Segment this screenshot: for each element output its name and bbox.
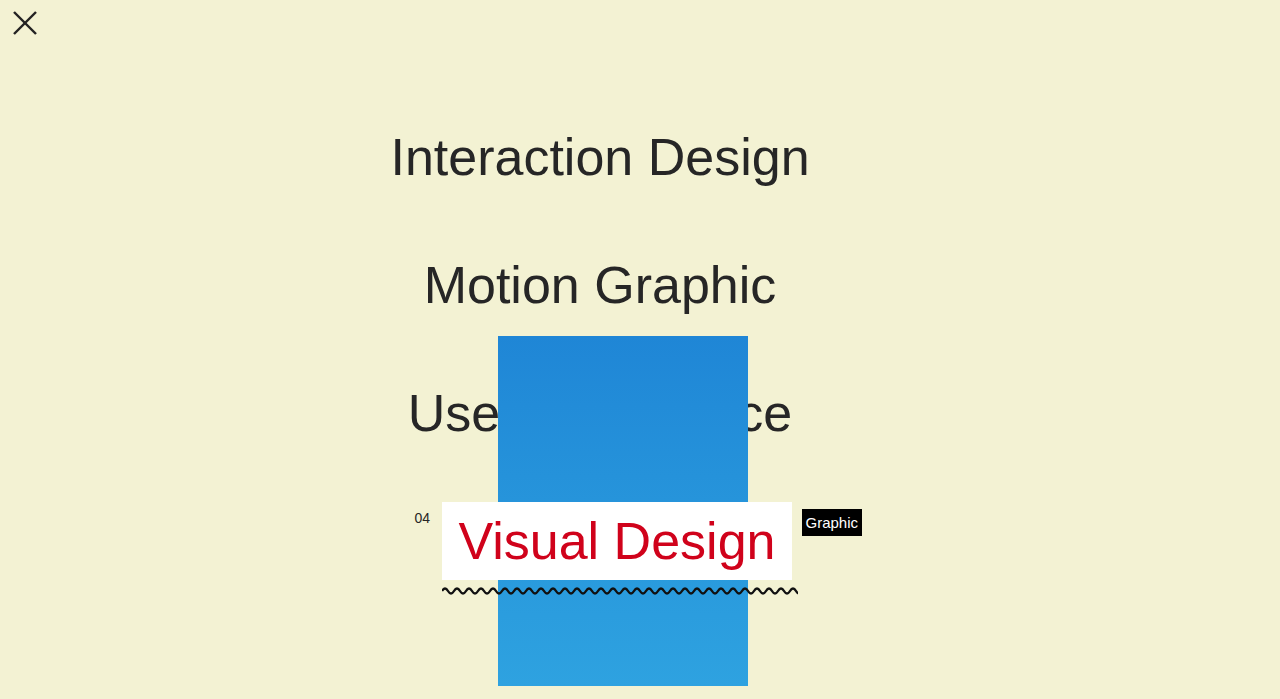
menu-label: Interaction Design bbox=[390, 126, 809, 188]
close-button[interactable] bbox=[11, 9, 39, 37]
menu-overlay: Interaction DesignMotion GraphicUser Exp… bbox=[0, 0, 1280, 699]
item-tag: Graphic bbox=[802, 509, 863, 536]
menu-label: Visual Design bbox=[442, 502, 791, 580]
menu-item-box: Motion Graphic bbox=[424, 254, 777, 316]
menu-item[interactable]: 04Visual DesignGraphic bbox=[408, 477, 791, 605]
menu-item-box: Interaction Design bbox=[390, 126, 809, 188]
item-number: 04 bbox=[414, 510, 430, 526]
menu-list: Interaction DesignMotion GraphicUser Exp… bbox=[0, 0, 1280, 605]
menu-label: Motion Graphic bbox=[424, 254, 777, 316]
menu-item-box: 04Visual DesignGraphic bbox=[442, 502, 791, 580]
close-icon bbox=[12, 10, 38, 36]
wavy-underline bbox=[442, 585, 798, 597]
menu-item[interactable]: Interaction Design bbox=[390, 93, 809, 221]
menu-item[interactable]: Motion Graphic bbox=[424, 221, 777, 349]
